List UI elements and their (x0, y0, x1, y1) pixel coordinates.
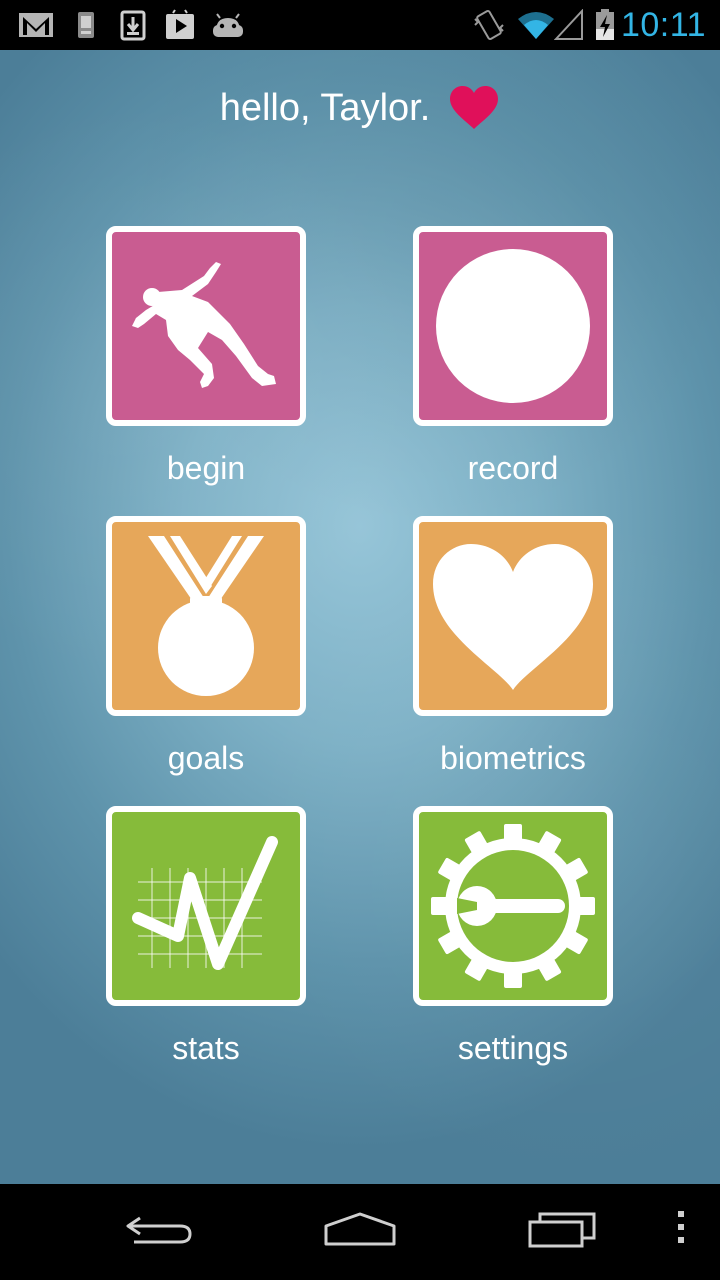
tile-record-box[interactable] (413, 226, 613, 426)
tile-stats-box[interactable] (106, 806, 306, 1006)
tile-begin-box[interactable] (106, 226, 306, 426)
status-bar: 10:11 (0, 0, 720, 50)
tile-label-settings: settings (457, 1030, 569, 1066)
tile-biometrics[interactable]: biometrics (413, 516, 613, 778)
tile-record[interactable]: record (413, 226, 613, 488)
record-circle-icon (436, 249, 590, 403)
android-icon (213, 13, 243, 37)
recent-apps-icon[interactable] (526, 1208, 598, 1248)
greeting-text: hello, Taylor. (219, 86, 431, 129)
chart-icon (132, 836, 278, 970)
tile-label-stats: stats (172, 1030, 240, 1066)
tile-goals-box[interactable] (106, 516, 306, 716)
runner-icon (132, 262, 276, 388)
tile-goals[interactable]: goals (106, 516, 306, 778)
tile-biometrics-box[interactable] (413, 516, 613, 716)
cell-signal-icon (554, 9, 583, 40)
phone-storage-icon (78, 12, 94, 38)
play-store-icon (166, 9, 194, 39)
tile-label-record: record (467, 450, 559, 486)
tile-begin[interactable]: begin (106, 226, 306, 488)
tile-settings-box[interactable] (413, 806, 613, 1006)
battery-charging-icon (596, 9, 614, 40)
greeting: hello, Taylor. (0, 80, 720, 134)
greeting-heart-icon (450, 85, 499, 129)
app-background: hello, Taylor. begin record goals biomet… (0, 50, 720, 1184)
back-icon[interactable] (124, 1208, 196, 1248)
gear-wrench-icon (431, 824, 595, 988)
tile-label-biometrics: biometrics (440, 740, 586, 776)
overflow-menu-icon[interactable] (674, 1208, 688, 1248)
home-icon[interactable] (322, 1208, 398, 1248)
wifi-icon (518, 12, 554, 39)
vibrate-icon (474, 9, 504, 41)
gmail-icon (19, 13, 53, 37)
tile-settings[interactable]: settings (413, 806, 613, 1068)
medal-icon (148, 536, 264, 696)
tile-stats[interactable]: stats (106, 806, 306, 1068)
navigation-bar (0, 1184, 720, 1280)
tile-label-begin: begin (166, 450, 246, 486)
heart-icon (433, 544, 593, 690)
status-time: 10:11 (620, 6, 706, 44)
download-icon (120, 10, 146, 41)
tile-label-goals: goals (167, 740, 245, 776)
